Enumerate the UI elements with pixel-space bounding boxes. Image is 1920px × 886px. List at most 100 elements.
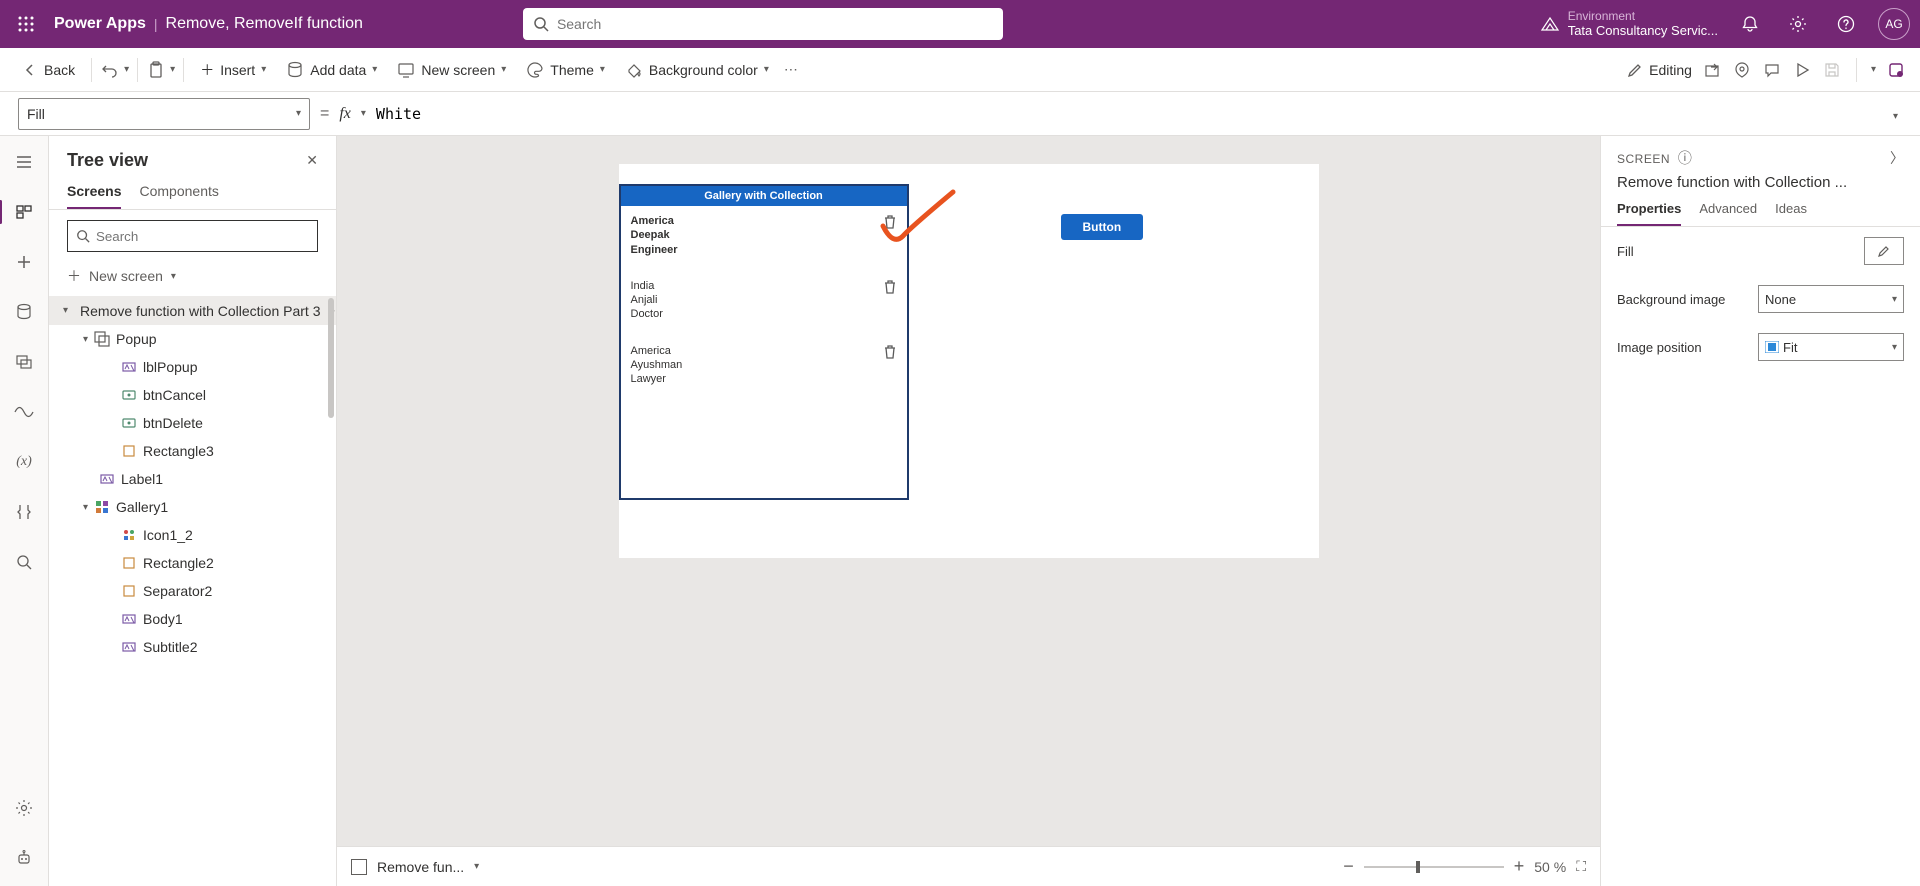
undo-icon[interactable]: [100, 60, 120, 80]
comments-icon[interactable]: [1762, 60, 1782, 80]
tree-item[interactable]: ▾Popup: [49, 325, 336, 353]
zoom-in-icon[interactable]: +: [1514, 856, 1525, 877]
gallery-container[interactable]: Gallery with Collection AmericaDeepakEng…: [619, 184, 909, 500]
image-position-select[interactable]: Fit ▾: [1758, 333, 1904, 361]
add-data-button[interactable]: Add data ▾: [278, 57, 385, 83]
theme-button[interactable]: Theme ▾: [518, 57, 613, 83]
fit-icon[interactable]: ⛶: [1576, 858, 1586, 875]
rail-tools-icon[interactable]: [8, 496, 40, 528]
tree-search[interactable]: [67, 220, 318, 252]
scrollbar-thumb[interactable]: [328, 298, 334, 418]
insert-button[interactable]: ＋ Insert ▾: [192, 56, 274, 84]
tree-item[interactable]: ▾Remove function with Collection Part 3⋯: [49, 296, 336, 325]
canvas-button[interactable]: Button: [1061, 214, 1144, 240]
rail-media-icon[interactable]: [8, 346, 40, 378]
rail-flows-icon[interactable]: [8, 396, 40, 428]
bg-color-button[interactable]: Background color ▾: [617, 57, 777, 83]
gallery-row[interactable]: AmericaAyushmanLawyer: [621, 336, 907, 401]
paste-dropdown[interactable]: ▾: [170, 64, 175, 75]
tree-item[interactable]: Subtitle2: [49, 633, 336, 661]
expand-icon[interactable]: ▾: [63, 305, 68, 316]
settings-icon[interactable]: [1782, 8, 1814, 40]
paste-icon[interactable]: [146, 60, 166, 80]
tree-item[interactable]: ▾Gallery1: [49, 493, 336, 521]
global-search[interactable]: [523, 8, 1003, 40]
new-screen-link[interactable]: ＋ New screen ▾: [49, 262, 336, 296]
app-launcher-icon[interactable]: [10, 8, 42, 40]
canvas[interactable]: Gallery with Collection AmericaDeepakEng…: [619, 164, 1319, 558]
editing-mode-button[interactable]: Editing: [1627, 62, 1692, 78]
collapse-icon[interactable]: 〉: [1890, 148, 1904, 168]
expand-icon[interactable]: ▾: [83, 334, 88, 345]
tab-advanced[interactable]: Advanced: [1699, 201, 1757, 226]
tab-components[interactable]: Components: [139, 183, 218, 209]
expand-icon[interactable]: ▾: [83, 502, 88, 513]
more-icon[interactable]: ⋯: [781, 60, 801, 80]
tree-item[interactable]: Rectangle2: [49, 549, 336, 577]
formula-input[interactable]: [376, 105, 1879, 123]
checker-icon[interactable]: [1732, 60, 1752, 80]
save-dropdown[interactable]: ▾: [1871, 64, 1876, 75]
tab-screens[interactable]: Screens: [67, 183, 121, 209]
fill-color-picker[interactable]: [1864, 237, 1904, 265]
share-icon[interactable]: [1702, 60, 1722, 80]
breadcrumb[interactable]: Remove fun...: [377, 859, 464, 875]
breadcrumb-dropdown[interactable]: ▾: [474, 861, 479, 872]
pencil-icon: [1627, 62, 1643, 78]
close-icon[interactable]: ✕: [306, 152, 318, 169]
trash-icon[interactable]: [883, 214, 897, 257]
bg-image-label: Background image: [1617, 292, 1725, 307]
bg-image-value: None: [1765, 292, 1796, 307]
property-selector[interactable]: Fill ▾: [18, 98, 310, 130]
info-icon[interactable]: ⓘ: [1678, 150, 1692, 166]
rail-tree-icon[interactable]: [8, 196, 40, 228]
rail-variables-icon[interactable]: (x): [8, 446, 40, 478]
tree-item[interactable]: Icon1_2: [49, 521, 336, 549]
notifications-icon[interactable]: [1734, 8, 1766, 40]
rail-virtual-agent-icon[interactable]: [8, 842, 40, 874]
expand-formula-icon[interactable]: ▾: [1889, 102, 1902, 126]
tree-item[interactable]: Body1: [49, 605, 336, 633]
undo-dropdown[interactable]: ▾: [124, 64, 129, 75]
fx-icon[interactable]: fx: [339, 105, 351, 123]
gallery-row[interactable]: AmericaDeepakEngineer: [621, 206, 907, 271]
back-button[interactable]: Back: [14, 58, 83, 82]
chevron-down-icon: ▾: [764, 64, 769, 75]
tree-search-input[interactable]: [96, 229, 309, 244]
selection-checkbox[interactable]: [351, 859, 367, 875]
tree-item[interactable]: lblPopup: [49, 353, 336, 381]
tab-ideas[interactable]: Ideas: [1775, 201, 1807, 226]
new-screen-button[interactable]: New screen ▾: [389, 57, 514, 83]
bg-image-select[interactable]: None ▾: [1758, 285, 1904, 313]
zoom-out-icon[interactable]: −: [1343, 856, 1354, 877]
help-icon[interactable]: [1830, 8, 1862, 40]
chevron-down-icon: ▾: [296, 108, 301, 119]
tree-item[interactable]: Rectangle3: [49, 437, 336, 465]
zoom-slider[interactable]: [1364, 866, 1504, 868]
tree-item-type-icon: [99, 471, 115, 487]
gallery-row[interactable]: IndiaAnjaliDoctor: [621, 271, 907, 336]
zoom-thumb[interactable]: [1416, 861, 1420, 873]
tree-item[interactable]: btnCancel: [49, 381, 336, 409]
tree-item[interactable]: Separator2: [49, 577, 336, 605]
rail-settings-icon[interactable]: [8, 792, 40, 824]
publish-icon[interactable]: [1886, 60, 1906, 80]
environment-picker[interactable]: Environment Tata Consultancy Servic...: [1540, 9, 1718, 39]
tab-properties[interactable]: Properties: [1617, 201, 1681, 226]
play-icon[interactable]: [1792, 60, 1812, 80]
search-input[interactable]: [557, 16, 993, 32]
app-name[interactable]: Power Apps: [54, 15, 146, 33]
rail-insert-icon[interactable]: [8, 246, 40, 278]
tree-item-label: Subtitle2: [143, 639, 197, 655]
rail-hamburger-icon[interactable]: [8, 146, 40, 178]
rail-search-icon[interactable]: [8, 546, 40, 578]
trash-icon[interactable]: [883, 344, 897, 387]
save-icon[interactable]: [1822, 60, 1842, 80]
tree-item[interactable]: btnDelete: [49, 409, 336, 437]
fx-dropdown[interactable]: ▾: [361, 108, 366, 119]
tree-item[interactable]: Label1: [49, 465, 336, 493]
user-avatar[interactable]: AG: [1878, 8, 1910, 40]
rail-data-icon[interactable]: [8, 296, 40, 328]
chevron-down-icon: ▾: [1892, 294, 1897, 305]
trash-icon[interactable]: [883, 279, 897, 322]
